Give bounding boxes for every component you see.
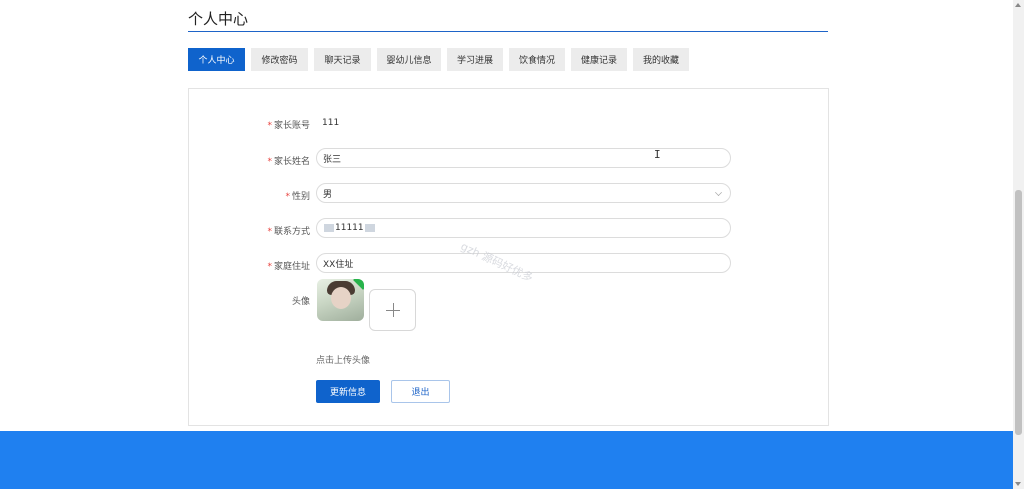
tab-profile[interactable]: 个人中心 — [188, 48, 245, 71]
required-mark: * — [267, 121, 272, 131]
scrollbar-thumb[interactable] — [1015, 190, 1022, 435]
upload-avatar-button[interactable] — [369, 289, 416, 331]
scroll-down-icon[interactable] — [1015, 482, 1021, 486]
tab-learning-progress[interactable]: 学习进展 — [447, 48, 503, 71]
text-cursor-icon: I — [654, 148, 661, 161]
address-input-value: XX住址 — [323, 259, 354, 270]
chevron-down-icon — [715, 189, 722, 196]
gender-label: * 性别 — [285, 192, 310, 202]
tab-change-password[interactable]: 修改密码 — [251, 48, 308, 71]
tab-diet[interactable]: 饮食情况 — [509, 48, 565, 71]
avatar-image[interactable] — [317, 279, 364, 321]
scrollbar[interactable] — [1013, 0, 1024, 489]
page-title: 个人中心 — [188, 10, 249, 28]
redacted-mask — [324, 224, 334, 232]
phone-input[interactable]: 11111 — [316, 218, 731, 238]
account-label: * 家长账号 — [267, 121, 310, 131]
footer — [0, 431, 1013, 489]
upload-hint: 点击上传头像 — [316, 356, 371, 366]
tab-bar: 个人中心 修改密码 聊天记录 婴幼儿信息 学习进展 饮食情况 健康记录 我的收藏 — [188, 48, 689, 71]
gender-select-value: 男 — [323, 189, 333, 200]
name-label: * 家长姓名 — [267, 157, 310, 167]
gender-select[interactable]: 男 — [316, 183, 731, 203]
phone-label: * 联系方式 — [267, 227, 310, 237]
tab-health-records[interactable]: 健康记录 — [571, 48, 627, 71]
title-divider — [188, 31, 828, 32]
phone-input-value: 11111 — [335, 223, 364, 233]
account-value: 111 — [322, 118, 340, 128]
scroll-up-icon[interactable] — [1015, 3, 1021, 7]
avatar-label: 头像 — [291, 297, 310, 307]
tab-favorites[interactable]: 我的收藏 — [633, 48, 689, 71]
address-label: * 家庭住址 — [267, 262, 310, 272]
tab-infant-info[interactable]: 婴幼儿信息 — [377, 48, 441, 71]
name-input-value: 张三 — [323, 154, 342, 165]
update-info-button[interactable]: 更新信息 — [316, 380, 380, 403]
name-input[interactable]: 张三 — [316, 148, 731, 168]
logout-button[interactable]: 退出 — [391, 380, 450, 403]
tab-chat-records[interactable]: 聊天记录 — [314, 48, 371, 71]
redacted-mask — [364, 224, 375, 232]
